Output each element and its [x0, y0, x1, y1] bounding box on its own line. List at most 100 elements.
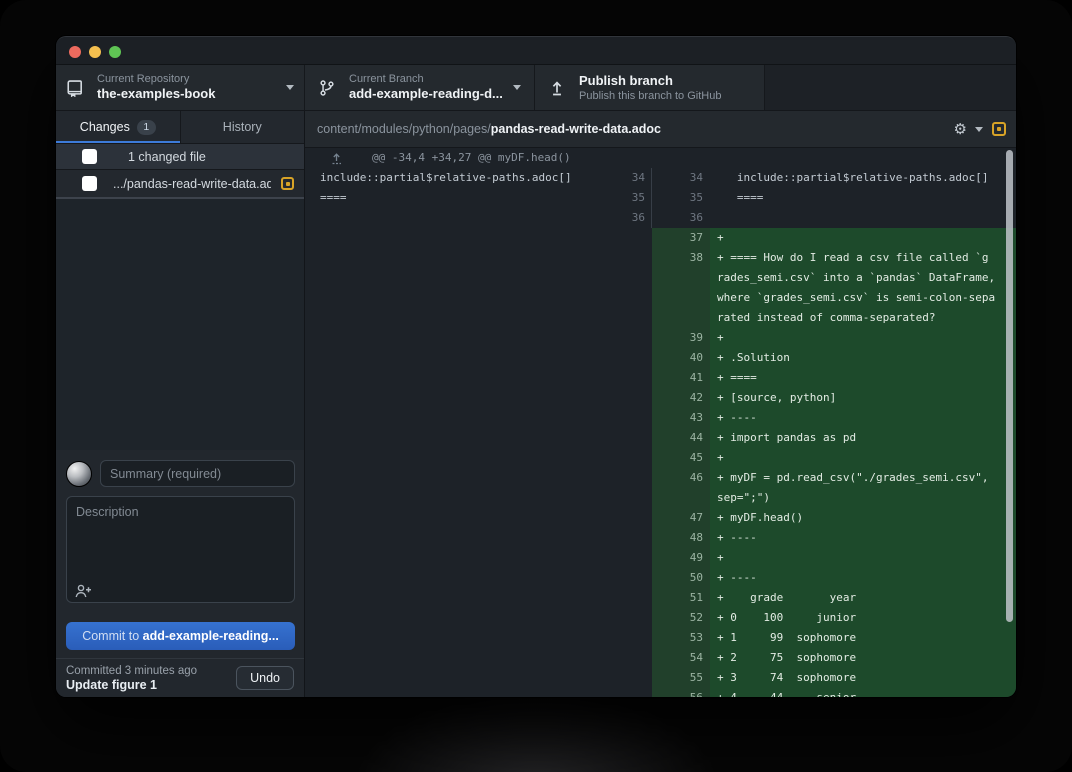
diff-new-content: + 1 99 sophomore: [710, 628, 1016, 648]
chevron-down-icon: [286, 85, 294, 90]
tab-changes[interactable]: Changes 1: [56, 111, 180, 143]
commit-button[interactable]: Commit to add-example-reading...: [66, 622, 295, 650]
diff-old-line-number: [630, 288, 652, 308]
expand-hunk-icon[interactable]: [330, 152, 343, 165]
diff-old-content: [305, 328, 630, 348]
summary-input[interactable]: [100, 460, 295, 487]
diff-old-line-number: [630, 368, 652, 388]
diff-row: sep=";"): [305, 488, 1016, 508]
diff-new-content: + myDF.head(): [710, 508, 1016, 528]
diff-new-content: + 4 44 senior: [710, 688, 1016, 697]
diff-new-content: sep=";"): [710, 488, 1016, 508]
diff-old-content: [305, 428, 630, 448]
diff-row: 48 + ----: [305, 528, 1016, 548]
diff-row: 55 + 3 74 sophomore: [305, 668, 1016, 688]
diff-old-line-number: [630, 668, 652, 688]
description-input[interactable]: [66, 496, 295, 603]
diff-old-line-number: [630, 348, 652, 368]
diff-old-content: ====: [305, 188, 630, 208]
diff-old-content: [305, 388, 630, 408]
diff-row: 47 + myDF.head(): [305, 508, 1016, 528]
diff-scrollbar[interactable]: [1006, 150, 1013, 622]
diff-old-line-number: [630, 228, 652, 248]
diff-new-line-number: 49: [652, 548, 710, 568]
select-all-checkbox[interactable]: [82, 149, 97, 164]
diff-new-line-number: 47: [652, 508, 710, 528]
desktop-background: Current Repository the-examples-book Cur…: [0, 0, 1072, 772]
diff-old-line-number: [630, 688, 652, 697]
diff-old-content: [305, 408, 630, 428]
diff-new-content: include::partial$relative-paths.adoc[]: [710, 168, 1016, 188]
diff-row: rated instead of comma-separated?: [305, 308, 1016, 328]
diff-new-line-number: 36: [652, 208, 710, 228]
diff-old-content: [305, 548, 630, 568]
diff-new-content: + ====: [710, 368, 1016, 388]
diff-new-line-number: 46: [652, 468, 710, 488]
zoom-button[interactable]: [109, 46, 121, 58]
diff-new-content: +: [710, 328, 1016, 348]
diff-old-content: [305, 268, 630, 288]
diff-new-line-number: 43: [652, 408, 710, 428]
diff-old-content: [305, 508, 630, 528]
diff-old-content: [305, 628, 630, 648]
diff-old-content: [305, 368, 630, 388]
diff-old-line-number: [630, 248, 652, 268]
current-repository-dropdown[interactable]: Current Repository the-examples-book: [56, 65, 305, 110]
diff-new-line-number: 44: [652, 428, 710, 448]
file-list-empty-area: [56, 199, 304, 450]
diff-row: 49 +: [305, 548, 1016, 568]
diff-new-line-number: [652, 268, 710, 288]
diff-old-line-number: 34: [630, 168, 652, 188]
branch-icon: [318, 79, 336, 97]
diff-old-content: [305, 448, 630, 468]
tab-changes-label: Changes: [80, 120, 130, 134]
diff-old-line-number: [630, 488, 652, 508]
current-branch-dropdown[interactable]: Current Branch add-example-reading-d...: [305, 65, 535, 110]
diff-row: 52 + 0 100 junior: [305, 608, 1016, 628]
diff-row: 45 +: [305, 448, 1016, 468]
diff-old-line-number: [630, 408, 652, 428]
repository-name: the-examples-book: [97, 86, 278, 102]
diff-row: rades_semi.csv` into a `pandas` DataFram…: [305, 268, 1016, 288]
diff-new-content: + import pandas as pd: [710, 428, 1016, 448]
diff-new-line-number: 50: [652, 568, 710, 588]
diff-new-content: + ----: [710, 408, 1016, 428]
diff-old-content: include::partial$relative-paths.adoc[]: [305, 168, 630, 188]
diff-row: 46 + myDF = pd.read_csv("./grades_semi.c…: [305, 468, 1016, 488]
diff-new-content: [710, 208, 1016, 228]
diff-new-content: rated instead of comma-separated?: [710, 308, 1016, 328]
undo-button[interactable]: Undo: [236, 666, 294, 690]
publish-branch-button[interactable]: Publish branch Publish this branch to Gi…: [535, 65, 765, 110]
diff-new-line-number: 35: [652, 188, 710, 208]
diff-new-content: rades_semi.csv` into a `pandas` DataFram…: [710, 268, 1016, 288]
sidebar-tabs: Changes 1 History: [56, 111, 304, 144]
file-checkbox[interactable]: [82, 176, 97, 191]
github-desktop-window: Current Repository the-examples-book Cur…: [56, 36, 1016, 697]
file-row[interactable]: .../pandas-read-write-data.adoc: [56, 170, 304, 199]
diff-old-content: [305, 468, 630, 488]
diff-row: 41 + ====: [305, 368, 1016, 388]
diff-old-line-number: [630, 568, 652, 588]
diff-old-content: [305, 288, 630, 308]
diff-old-line-number: [630, 468, 652, 488]
diff-new-line-number: 51: [652, 588, 710, 608]
diff-options-button[interactable]: ⚙: [954, 122, 983, 137]
diff-new-content: +: [710, 228, 1016, 248]
diff-panel: content/modules/python/pages/pandas-read…: [305, 111, 1016, 697]
diff-new-content: + ----: [710, 568, 1016, 588]
chevron-down-icon: [975, 127, 983, 132]
publish-title: Publish branch: [579, 73, 751, 89]
close-button[interactable]: [69, 46, 81, 58]
tab-history[interactable]: History: [180, 111, 305, 143]
file-path-directory: content/modules/python/pages/: [317, 122, 491, 136]
publish-icon: [548, 79, 566, 97]
diff-old-line-number: [630, 268, 652, 288]
diff-old-line-number: [630, 448, 652, 468]
avatar: [66, 461, 92, 487]
minimize-button[interactable]: [89, 46, 101, 58]
add-coauthor-icon[interactable]: [74, 583, 92, 599]
diff-old-content: [305, 348, 630, 368]
diff-old-line-number: [630, 508, 652, 528]
diff-old-line-number: 35: [630, 188, 652, 208]
diff-old-content: [305, 228, 630, 248]
